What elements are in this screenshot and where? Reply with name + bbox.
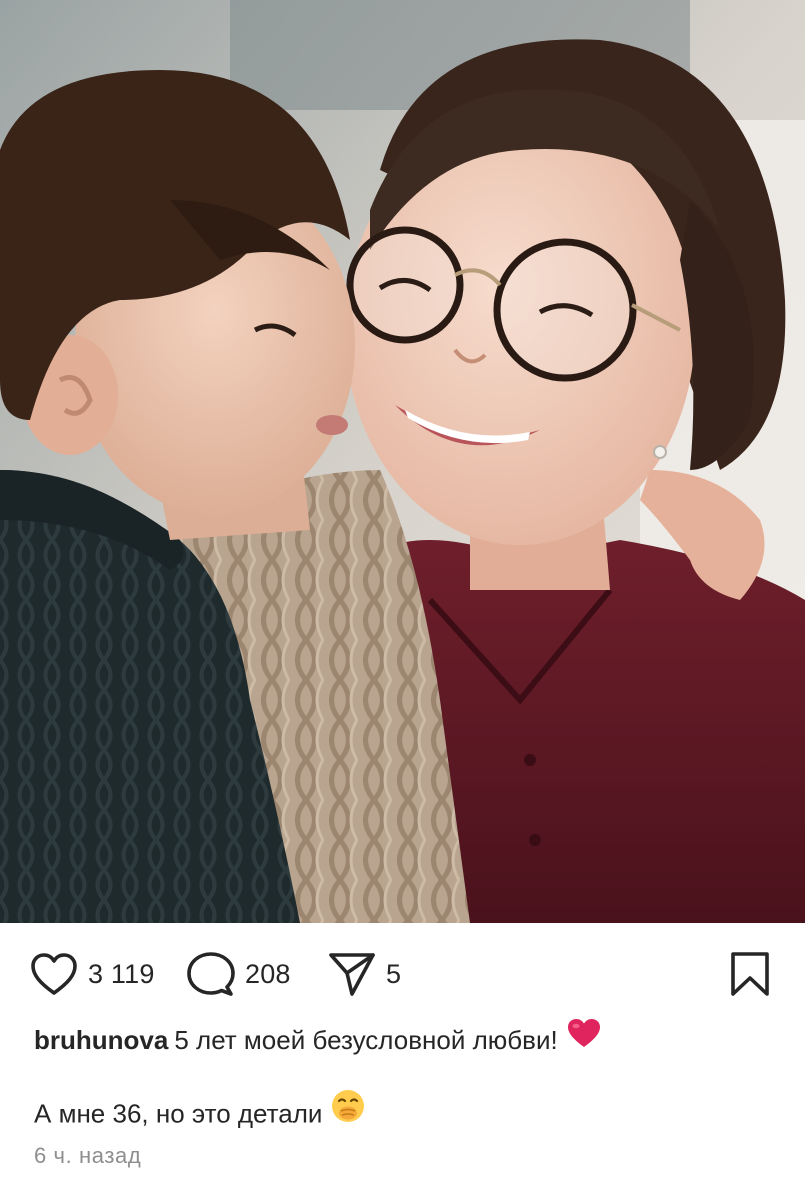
post-photo[interactable] [0,0,805,923]
comments-count[interactable]: 208 [245,959,291,990]
share-button[interactable]: 5 [328,940,401,1008]
post-timestamp: 6 ч. назад [34,1143,142,1168]
save-button[interactable] [729,940,771,1008]
likes-count[interactable]: 3 119 [88,959,155,990]
caption-text-line1: 5 лет моей безусловной любви! [174,1025,558,1055]
post-action-bar: 3 119 208 5 [0,940,805,1008]
heart-outline-icon [30,952,78,996]
comment-button[interactable]: 208 [187,940,291,1008]
caption-text-line2: А мне 36, но это детали [34,1098,323,1128]
post-caption: bruhunova 5 лет моей безусловной любви! А… [34,1018,774,1140]
post-photo-illustration [0,0,805,923]
hand-over-mouth-emoji-icon [330,1088,366,1137]
instagram-post: 3 119 208 5 bruhunova 5 лет моей безусло… [0,0,805,1200]
paper-plane-icon [328,951,376,997]
speech-bubble-icon [187,951,235,997]
bookmark-icon [729,951,771,997]
caption-line2-row: А мне 36, но это детали [34,1088,774,1140]
shares-count[interactable]: 5 [386,959,401,990]
post-username[interactable]: bruhunova [34,1025,168,1055]
like-button[interactable]: 3 119 [30,940,155,1008]
red-heart-emoji-icon [566,1017,602,1062]
